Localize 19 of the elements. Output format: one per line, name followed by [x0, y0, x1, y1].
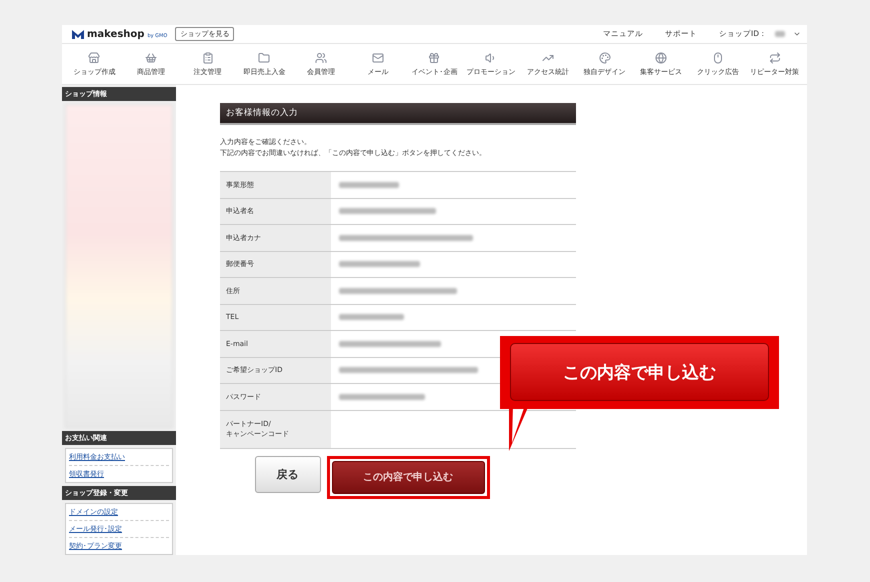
enlarged-submit-button[interactable]: この内容で申し込む — [510, 343, 769, 401]
blurred-shop-id — [775, 31, 785, 37]
mouse-icon[interactable] — [712, 52, 724, 64]
globe-icon[interactable] — [655, 52, 668, 64]
folder-icon[interactable] — [258, 52, 270, 64]
gift-icon[interactable] — [428, 52, 440, 64]
people-icon[interactable] — [315, 52, 328, 64]
logo-icon — [72, 30, 84, 38]
submit-button[interactable]: この内容で申し込む — [332, 460, 484, 494]
palette-icon[interactable] — [598, 52, 611, 64]
section-title: お客様情報の入力 — [220, 103, 576, 125]
store-icon[interactable] — [88, 52, 100, 64]
repeat-icon[interactable] — [768, 52, 781, 64]
chevron-down-icon[interactable] — [793, 30, 801, 38]
back-button[interactable]: 戻る — [254, 456, 320, 492]
logo-text: makeshop — [87, 28, 144, 40]
basket-icon[interactable] — [145, 52, 158, 64]
clipboard-icon[interactable] — [202, 52, 214, 64]
mail-icon[interactable] — [372, 52, 384, 64]
